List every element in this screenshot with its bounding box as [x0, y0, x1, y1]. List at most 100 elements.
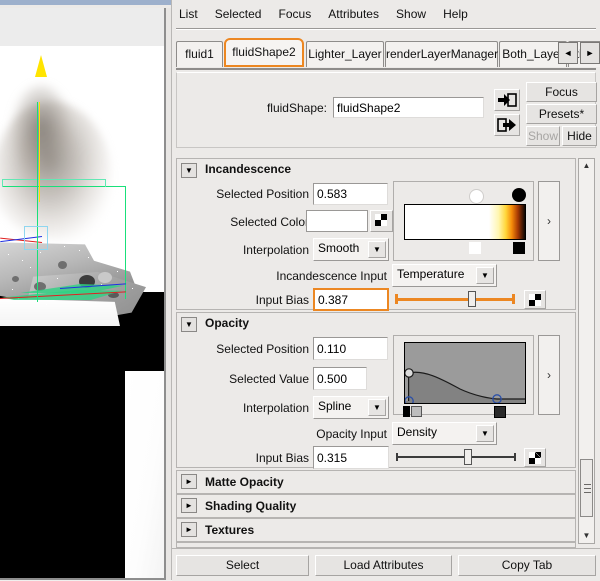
opacity-graph-expand-button[interactable]: › — [538, 335, 560, 415]
scroll-down-button[interactable]: ▼ — [579, 529, 594, 543]
incandescence-input-dropdown[interactable]: Temperature ▼ — [392, 264, 497, 287]
chevron-down-icon[interactable]: ▼ — [476, 267, 494, 284]
copy-tab-button[interactable]: Copy Tab — [458, 555, 596, 576]
incandescence-title: Incandescence — [205, 162, 292, 176]
arrow-into-box-icon — [498, 93, 517, 107]
menu-item-focus[interactable]: Focus — [272, 4, 319, 24]
ramp-marker-selected[interactable] — [469, 189, 484, 204]
chevron-down-icon[interactable]: ▼ — [476, 425, 494, 442]
opacity-title: Opacity — [205, 316, 250, 330]
manipulator-center-handle[interactable] — [24, 226, 48, 250]
opacity-bias-slider-track[interactable] — [397, 456, 515, 458]
incandescence-bias-map-button[interactable] — [524, 290, 546, 309]
tab-scroll-right-button[interactable]: ► — [580, 42, 600, 64]
opacity-input-label: Opacity Input — [316, 427, 387, 441]
menu-bar: List Selected Focus Attributes Show Help — [172, 4, 600, 28]
tab-fluidShape2[interactable]: fluidShape2 — [224, 38, 304, 67]
tab-lighter-layer[interactable]: Lighter_Layer — [306, 41, 384, 67]
opacity-bias-map-button[interactable] — [524, 448, 546, 467]
tab-fluid1[interactable]: fluid1 — [176, 41, 223, 67]
checker-icon — [375, 214, 387, 226]
incandescence-bias-slider-thumb[interactable] — [468, 291, 476, 307]
shading-quality-title: Shading Quality — [205, 499, 297, 513]
incandescence-bias-slider-track[interactable] — [397, 298, 515, 301]
incandescence-interpolation-dropdown[interactable]: Smooth ▼ — [313, 238, 389, 261]
unload-selection-button[interactable] — [494, 114, 520, 136]
menu-item-help[interactable]: Help — [436, 4, 475, 24]
scroll-up-button[interactable]: ▲ — [579, 159, 594, 173]
opacity-selected-position-label: Selected Position — [216, 342, 309, 356]
ramp-marker[interactable] — [512, 188, 526, 202]
manipulator-y-arrow[interactable] — [35, 55, 47, 77]
opacity-interpolation-value: Spline — [318, 399, 352, 413]
opacity-input-bias-input[interactable] — [313, 446, 389, 469]
opacity-index-marker-selected[interactable] — [403, 406, 410, 417]
incandescence-interpolation-label: Interpolation — [242, 243, 309, 257]
incandescence-header[interactable]: ▼ Incandescence — [177, 159, 575, 181]
opacity-input-dropdown[interactable]: Density ▼ — [392, 422, 497, 445]
ramp-index-marker-selected[interactable] — [469, 242, 481, 254]
focus-button[interactable]: Focus — [526, 82, 597, 102]
chevron-down-icon[interactable]: ▼ — [368, 399, 386, 416]
opacity-collapse-arrow[interactable]: ▼ — [181, 317, 197, 332]
opacity-index-marker-b[interactable] — [494, 406, 506, 418]
incandescence-selected-color-swatch[interactable] — [306, 210, 368, 232]
menu-item-list[interactable]: List — [172, 4, 205, 24]
matte-opacity-section[interactable]: ► Matte Opacity — [176, 470, 576, 494]
menu-divider-highlight — [176, 29, 596, 30]
incandescence-selected-position-input[interactable] — [313, 183, 388, 205]
incandescence-slider-right-cap — [512, 294, 515, 304]
ramp-index-marker[interactable] — [513, 242, 525, 254]
node-name-block: fluidShape: Focus Presets* Show Hide — [176, 72, 597, 148]
shading-quality-collapse-arrow[interactable]: ► — [181, 498, 197, 513]
arrow-out-of-box-icon — [497, 118, 516, 132]
presets-button[interactable]: Presets* — [526, 104, 597, 124]
tab-bar-underline — [176, 68, 596, 70]
opacity-index-marker-a[interactable] — [411, 406, 422, 417]
chevron-down-icon[interactable]: ▼ — [368, 241, 386, 258]
incandescence-input-bias-input[interactable] — [313, 288, 389, 311]
textures-title: Textures — [205, 523, 255, 537]
axis-y-yellow — [39, 102, 40, 202]
fluid-smoke-core — [12, 86, 70, 176]
opacity-selected-value-input[interactable] — [313, 367, 367, 390]
opacity-graph-widget[interactable] — [393, 335, 534, 418]
textures-collapse-arrow[interactable]: ► — [181, 522, 197, 537]
menu-item-selected[interactable]: Selected — [208, 4, 269, 24]
opacity-input-value: Density — [397, 425, 438, 439]
opacity-selected-position-input[interactable] — [313, 337, 388, 360]
opacity-interpolation-dropdown[interactable]: Spline ▼ — [313, 396, 389, 419]
opacity-bias-slider-thumb[interactable] — [464, 449, 472, 465]
incandescence-selected-color-label: Selected Color — [230, 215, 309, 229]
opacity-curve-area[interactable] — [404, 342, 526, 404]
incandescence-input-value: Temperature — [397, 267, 465, 281]
textures-section[interactable]: ► Textures — [176, 518, 576, 542]
opacity-input-bias-label: Input Bias — [255, 451, 309, 465]
tab-both-layer[interactable]: Both_Layer — [499, 41, 567, 67]
incandescence-collapse-arrow[interactable]: ▼ — [181, 163, 197, 178]
attribute-scrollbar[interactable]: ▲ ▼ — [578, 158, 595, 544]
hide-button[interactable]: Hide — [562, 126, 597, 146]
menu-item-attributes[interactable]: Attributes — [321, 4, 386, 24]
matte-opacity-collapse-arrow[interactable]: ► — [181, 474, 197, 489]
incandescence-color-ramp[interactable] — [404, 204, 526, 240]
incandescence-input-bias-label: Input Bias — [255, 293, 309, 307]
tab-scroll-left-button[interactable]: ◄ — [558, 42, 578, 64]
viewport-panel[interactable] — [0, 8, 166, 580]
incandescence-ramp-expand-button[interactable]: › — [538, 181, 560, 261]
fluid-bounding-box — [38, 186, 126, 299]
show-button[interactable]: Show — [526, 126, 560, 146]
fluidshape-name-input[interactable] — [333, 97, 484, 118]
select-button[interactable]: Select — [176, 555, 309, 576]
tab-renderlayermanager[interactable]: renderLayerManager — [385, 41, 498, 67]
scrollbar-thumb[interactable] — [580, 459, 593, 517]
incandescence-ramp-widget[interactable] — [393, 181, 534, 261]
viewport-3d-canvas[interactable] — [0, 46, 164, 578]
attribute-editor-panel: List Selected Focus Attributes Show Help… — [172, 0, 600, 581]
opacity-header[interactable]: ▼ Opacity — [177, 313, 575, 335]
menu-item-show[interactable]: Show — [389, 4, 433, 24]
shading-quality-section[interactable]: ► Shading Quality — [176, 494, 576, 518]
incandescence-color-map-button[interactable] — [370, 210, 393, 232]
load-selection-button[interactable] — [494, 89, 520, 111]
load-attributes-button[interactable]: Load Attributes — [315, 555, 452, 576]
